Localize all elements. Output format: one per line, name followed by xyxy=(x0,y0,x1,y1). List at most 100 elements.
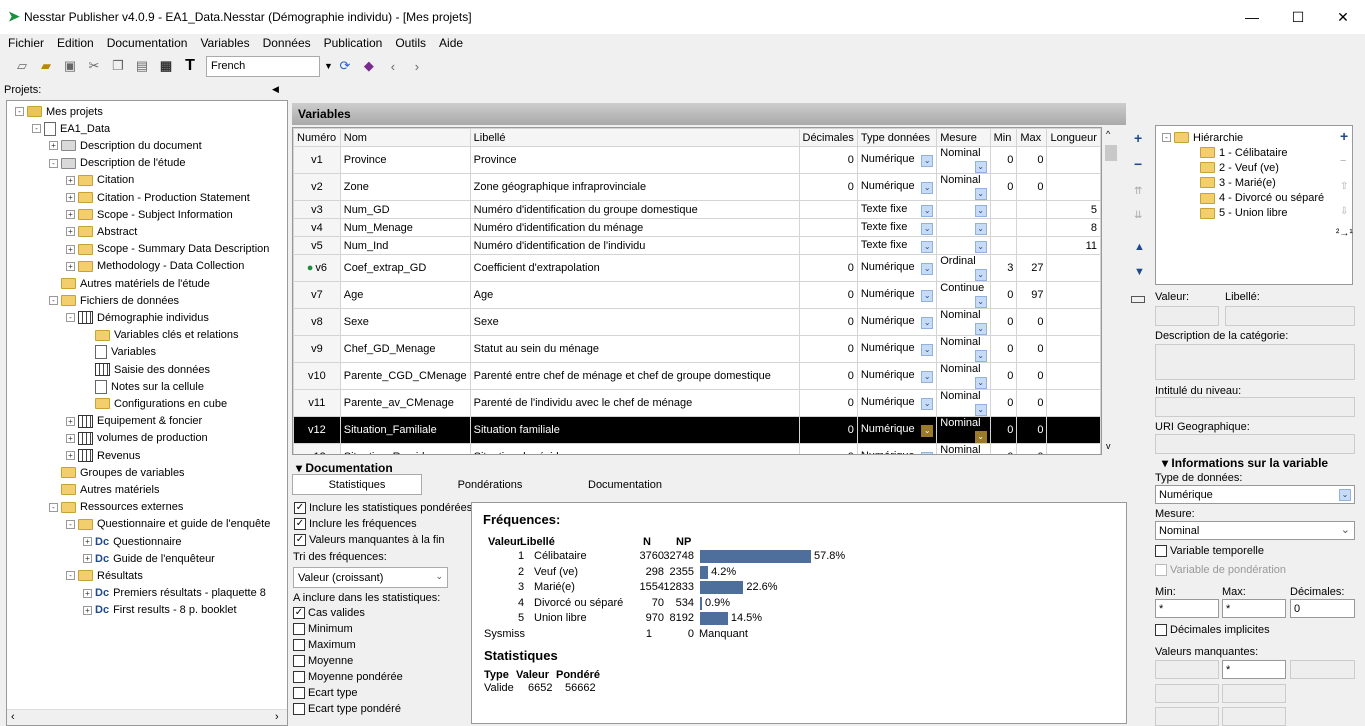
tree-item-first-results-8-p-booklet[interactable]: + Dc First results - 8 p. booklet xyxy=(83,602,237,619)
missing-value-field-4[interactable] xyxy=(1222,707,1286,726)
chevron-down-icon[interactable]: ⌄ xyxy=(921,182,934,194)
scroll-right-icon[interactable]: › xyxy=(275,711,279,723)
column-header-libelle[interactable]: Libellé xyxy=(469,128,800,147)
chevron-down-icon[interactable]: ⌄ xyxy=(921,155,934,167)
cell-numero[interactable]: v10 xyxy=(293,362,341,390)
cell-libelle[interactable]: Zone géographique infraprovinciale xyxy=(469,173,800,201)
cell-decimales[interactable] xyxy=(798,236,858,255)
cell-libelle[interactable]: Numéro d'identification du groupe domest… xyxy=(469,200,800,219)
language-dropdown-icon[interactable]: ▼ xyxy=(324,61,333,71)
cell-numero[interactable]: v8 xyxy=(293,308,341,336)
cell-min[interactable] xyxy=(989,218,1018,237)
menu-donnees[interactable]: Données xyxy=(263,36,311,50)
forward-icon[interactable]: › xyxy=(409,58,425,74)
cell-nom[interactable]: Situation_Rersidence xyxy=(339,443,471,454)
expand-icon[interactable]: + xyxy=(66,244,75,254)
language-select[interactable]: French xyxy=(206,55,320,77)
cell-decimales[interactable]: 0 xyxy=(798,362,858,390)
cell-decimales[interactable]: 0 xyxy=(798,443,858,454)
book-icon[interactable]: ◆ xyxy=(361,58,377,74)
cell-decimales[interactable]: 0 xyxy=(798,173,858,201)
level-title-field[interactable] xyxy=(1155,397,1355,417)
table-row[interactable]: v9 Chef_GD_Menage Statut au sein du ménage… xyxy=(293,335,1101,363)
missing-value-field[interactable]: * xyxy=(1222,660,1286,679)
tree-item-scope-subject-information[interactable]: + Scope - Subject Information xyxy=(66,206,233,223)
expand-icon[interactable]: + xyxy=(66,416,75,426)
cell-min[interactable]: 0 xyxy=(989,173,1018,201)
add-icon[interactable]: + xyxy=(1134,130,1142,146)
cell-type-donnees[interactable]: Numérique ⌄ xyxy=(856,254,938,282)
chevron-down-icon[interactable]: ⌄ xyxy=(974,161,987,173)
cell-type-donnees[interactable]: Numérique ⌄ xyxy=(856,335,938,363)
cell-type-donnees[interactable]: Numérique ⌄ xyxy=(856,416,938,444)
cell-longueur[interactable] xyxy=(1046,362,1101,390)
tree-item-citation[interactable]: + Citation xyxy=(66,172,134,189)
menu-documentation[interactable]: Documentation xyxy=(107,36,188,50)
cell-mesure[interactable]: ⌄ xyxy=(936,236,991,255)
tree-item-resultats[interactable]: - Résultats xyxy=(66,567,143,584)
scroll-up-icon[interactable]: ^ xyxy=(1106,129,1110,139)
cell-type-donnees[interactable]: Numérique ⌄ xyxy=(856,443,938,454)
menu-aide[interactable]: Aide xyxy=(439,36,463,50)
tree-item-citation-production-statement[interactable]: + Citation - Production Statement xyxy=(66,189,250,206)
weight-variable-checkbox[interactable]: Variable de pondération xyxy=(1155,564,1286,576)
tree-item-fichiers-de-donnees[interactable]: - Fichiers de données xyxy=(49,292,179,309)
chevron-down-icon[interactable]: ⌄ xyxy=(921,204,934,217)
stat-cas-valides-checkbox[interactable]: ✓ Cas valides xyxy=(293,607,365,619)
table-row[interactable]: v2 Zone Zone géographique infraprovinciale… xyxy=(293,173,1101,201)
cell-decimales[interactable]: 0 xyxy=(798,281,858,309)
chevron-down-icon[interactable]: ⌄ xyxy=(921,425,934,437)
expand-icon[interactable]: + xyxy=(83,537,92,546)
cell-longueur[interactable]: 5 xyxy=(1046,200,1101,219)
cell-libelle[interactable]: Numéro d'identification de l'individu xyxy=(469,236,800,255)
table-row[interactable]: v8 Sexe Sexe 0 Numérique ⌄ Nominal ⌄ 0 0 xyxy=(293,308,1101,336)
stat-moyenne-ponderee-checkbox[interactable]: Moyenne pondérée xyxy=(293,671,403,683)
cell-min[interactable]: 0 xyxy=(989,389,1018,417)
table-row[interactable]: v11 Parente_av_CMenage Parenté de l'indivi… xyxy=(293,389,1101,417)
expand-icon[interactable]: + xyxy=(49,141,58,151)
cell-type-donnees[interactable]: Texte fixe ⌄ xyxy=(856,218,938,237)
cell-mesure[interactable]: Nominal⌄ xyxy=(936,362,991,390)
stat-ecart-type-pondere-checkbox[interactable]: Ecart type pondéré xyxy=(293,703,401,715)
column-header-max[interactable]: Max xyxy=(1016,128,1048,147)
collapse-icon[interactable]: - xyxy=(49,158,58,168)
cell-mesure[interactable]: ⌄ xyxy=(936,200,991,219)
text-icon[interactable]: T xyxy=(182,57,198,74)
cell-decimales[interactable] xyxy=(798,218,858,237)
cell-max[interactable] xyxy=(1016,200,1048,219)
table-row[interactable]: v10 Parente_CGD_CMenage Parenté entre chef… xyxy=(293,362,1101,390)
table-row[interactable]: ● v6 Coef_extrap_GD Coefficient d'extrapola… xyxy=(293,254,1101,282)
sort-numeric-icon[interactable]: ²→¹ xyxy=(1336,228,1353,239)
cell-max[interactable]: 0 xyxy=(1016,443,1048,454)
scroll-thumb[interactable] xyxy=(1105,145,1117,161)
cell-libelle[interactable]: Parenté entre chef de ménage et chef de … xyxy=(469,362,800,390)
cell-type-donnees[interactable]: Numérique ⌄ xyxy=(856,362,938,390)
column-header-mesure[interactable]: Mesure xyxy=(936,128,991,147)
cell-min[interactable]: 3 xyxy=(989,254,1018,282)
chevron-down-icon[interactable]: ⌄ xyxy=(974,296,987,308)
cell-min[interactable]: 0 xyxy=(989,416,1018,444)
remove-icon[interactable]: − xyxy=(1134,156,1142,172)
cell-mesure[interactable]: Nominal⌄ xyxy=(936,416,991,444)
copy-icon[interactable]: ❐ xyxy=(110,58,126,74)
expand-icon[interactable]: + xyxy=(66,193,75,202)
chevron-down-icon[interactable]: ⌄ xyxy=(921,263,934,275)
missing-value-field-3[interactable] xyxy=(1222,684,1286,703)
cell-mesure[interactable]: Continue ⌄ xyxy=(936,281,991,309)
cell-nom[interactable]: Num_Ind xyxy=(339,236,471,255)
cell-nom[interactable]: Situation_Familiale xyxy=(339,416,471,444)
menu-variables[interactable]: Variables xyxy=(200,36,249,50)
cell-longueur[interactable] xyxy=(1046,308,1101,336)
cell-type-donnees[interactable]: Numérique ⌄ xyxy=(856,281,938,309)
cell-longueur[interactable] xyxy=(1046,146,1101,174)
cell-nom[interactable]: Age xyxy=(339,281,471,309)
cell-min[interactable]: 0 xyxy=(989,335,1018,363)
value-field[interactable] xyxy=(1155,306,1219,326)
tree-item-mes-projets[interactable]: - Mes projets xyxy=(15,103,103,120)
cell-libelle[interactable]: Sexe xyxy=(469,308,800,336)
up-category-icon[interactable]: ⇧ xyxy=(1340,181,1348,192)
cell-type-donnees[interactable]: Numérique ⌄ xyxy=(856,389,938,417)
missing-type-select-2[interactable] xyxy=(1155,684,1219,703)
tree-item-guide-de-l-enqueteur[interactable]: + Dc Guide de l'enquêteur xyxy=(83,550,215,567)
chevron-down-icon[interactable]: ⌄ xyxy=(974,350,987,362)
